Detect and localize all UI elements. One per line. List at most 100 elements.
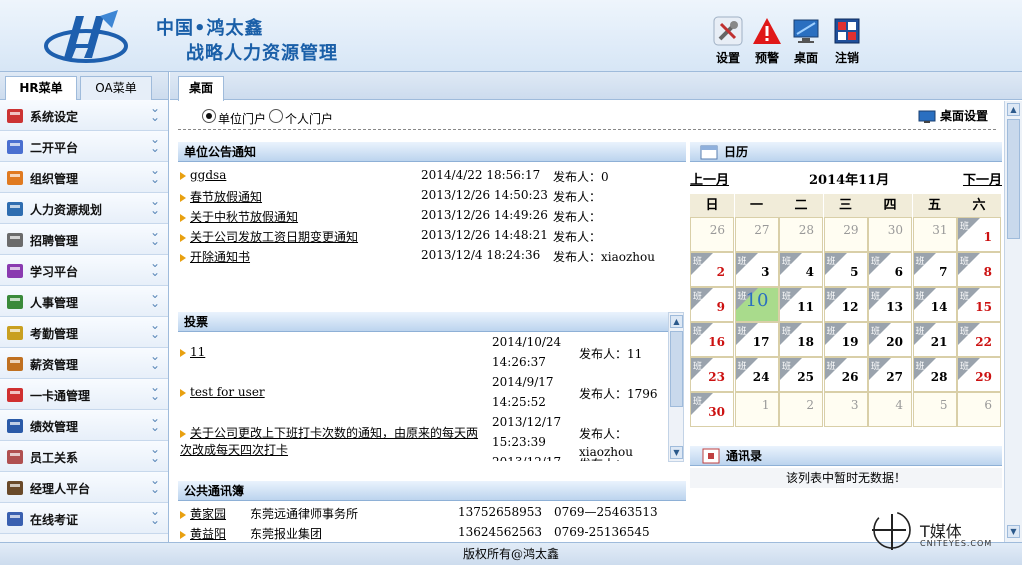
sidebar-item[interactable]: 人事管理 ⌄ ⌄	[0, 286, 168, 317]
calendar-day[interactable]: 班 24	[734, 357, 779, 392]
scroll-down-icon[interactable]: ▼	[670, 446, 683, 459]
sidebar-item[interactable]: 一卡通管理 ⌄ ⌄	[0, 379, 168, 410]
calendar-day[interactable]: 班 17	[734, 322, 779, 357]
tab-hr-menu[interactable]: HR菜单	[5, 76, 77, 101]
scroll-up-icon[interactable]: ▲	[670, 315, 683, 328]
calendar-day[interactable]: 28	[779, 217, 823, 252]
calendar-day[interactable]: 班5	[823, 252, 868, 287]
calendar-day[interactable]: 班 28	[912, 357, 957, 392]
calendar-day[interactable]: 班9	[690, 287, 734, 322]
main-scrollbar[interactable]: ▲ ▼	[1004, 101, 1022, 542]
calendar-day[interactable]: 班7	[912, 252, 957, 287]
contact-name-link[interactable]: 黄益阳	[190, 527, 226, 541]
chevron-down-icon[interactable]: ⌄ ⌄	[150, 381, 160, 402]
calendar-day[interactable]: 班 16	[690, 322, 734, 357]
chevron-down-icon[interactable]: ⌄ ⌄	[150, 164, 160, 185]
calendar-day[interactable]: 班1	[957, 217, 1001, 252]
calendar-day[interactable]: 26	[690, 217, 734, 252]
vote-title-link[interactable]: 11	[190, 345, 205, 359]
calendar-day[interactable]: 班 15	[957, 287, 1001, 322]
tab-desktop[interactable]: 桌面	[178, 76, 224, 101]
calendar-day[interactable]: 班 10	[734, 287, 779, 322]
calendar-day[interactable]: 1	[734, 392, 779, 427]
calendar-day[interactable]: 班 21	[912, 322, 957, 357]
notice-title-link[interactable]: 关于公司发放工资日期变更通知	[190, 230, 358, 244]
notice-title-link[interactable]: 春节放假通知	[190, 190, 262, 204]
calendar-day[interactable]: 班2	[690, 252, 734, 287]
calendar-day[interactable]: 30	[868, 217, 912, 252]
chevron-down-icon[interactable]: ⌄ ⌄	[150, 133, 160, 154]
sidebar-item[interactable]: 薪资管理 ⌄ ⌄	[0, 348, 168, 379]
chevron-down-icon[interactable]: ⌄ ⌄	[150, 319, 160, 340]
vote-title-link[interactable]: test for user	[190, 385, 265, 399]
sidebar-item[interactable]: 招聘管理 ⌄ ⌄	[0, 224, 168, 255]
calendar-day[interactable]: 班 26	[823, 357, 868, 392]
calendar-day[interactable]: 3	[823, 392, 868, 427]
personal-portal-radio[interactable]	[269, 109, 283, 123]
calendar-day[interactable]: 班 18	[779, 322, 823, 357]
sidebar-item[interactable]: 绩效管理 ⌄ ⌄	[0, 410, 168, 441]
calendar-day[interactable]: 班 20	[868, 322, 912, 357]
calendar-day[interactable]: 班 14	[912, 287, 957, 322]
calendar-day[interactable]: 班8	[957, 252, 1001, 287]
tab-oa-menu[interactable]: OA菜单	[80, 76, 152, 100]
scroll-up-icon[interactable]: ▲	[1007, 103, 1020, 116]
calendar-day[interactable]: 29	[823, 217, 868, 252]
chevron-down-icon[interactable]: ⌄ ⌄	[150, 257, 160, 278]
chevron-down-icon[interactable]: ⌄ ⌄	[150, 505, 160, 526]
calendar-day[interactable]: 班 27	[868, 357, 912, 392]
calendar-day[interactable]: 班6	[868, 252, 912, 287]
chevron-down-icon[interactable]: ⌄ ⌄	[150, 412, 160, 433]
unit-portal-radio[interactable]	[202, 109, 216, 123]
chevron-down-icon[interactable]: ⌄ ⌄	[150, 474, 160, 495]
chevron-down-icon[interactable]: ⌄ ⌄	[150, 443, 160, 464]
calendar-day[interactable]: 班 25	[779, 357, 823, 392]
warning-button[interactable]: 预警	[747, 16, 787, 66]
calendar-day[interactable]: 班 30	[690, 392, 734, 427]
calendar-day[interactable]: 班 22	[957, 322, 1001, 357]
calendar-day[interactable]: 班4	[779, 252, 823, 287]
calendar-day[interactable]: 班 12	[823, 287, 868, 322]
calendar-day[interactable]: 27	[734, 217, 779, 252]
calendar-day[interactable]: 4	[868, 392, 912, 427]
calendar-day[interactable]: 班 11	[779, 287, 823, 322]
calendar-day[interactable]: 2	[779, 392, 823, 427]
settings-button[interactable]: 设置	[708, 16, 748, 66]
desktop-settings-button[interactable]: 桌面设置	[918, 107, 988, 127]
calendar-day[interactable]: 班 19	[823, 322, 868, 357]
sidebar-item[interactable]: 考勤管理 ⌄ ⌄	[0, 317, 168, 348]
chevron-down-icon[interactable]: ⌄ ⌄	[150, 350, 160, 371]
sidebar-item[interactable]: 系统设定 ⌄ ⌄	[0, 100, 168, 131]
sidebar-item[interactable]: 人力资源规划 ⌄ ⌄	[0, 193, 168, 224]
notice-title-link[interactable]: ggdsa	[190, 168, 226, 182]
desktop-button[interactable]: 桌面	[786, 16, 826, 66]
vote-title-link[interactable]: 关于公司更改上下班打卡次数的通知，由原来的每天两次改成每天四次打卡	[180, 426, 478, 457]
sidebar-item[interactable]: 学习平台 ⌄ ⌄	[0, 255, 168, 286]
sidebar-item-label: 员工关系	[30, 451, 79, 465]
votes-scroll-thumb[interactable]	[670, 331, 683, 407]
calendar-day[interactable]: 班3	[734, 252, 779, 287]
next-month-link[interactable]: 下一月	[963, 169, 1002, 188]
notice-title-link[interactable]: 开除通知书	[190, 250, 250, 264]
main-scroll-thumb[interactable]	[1007, 119, 1020, 239]
sidebar-item[interactable]: 组织管理 ⌄ ⌄	[0, 162, 168, 193]
chevron-down-icon[interactable]: ⌄ ⌄	[150, 195, 160, 216]
sidebar-item[interactable]: 二开平台 ⌄ ⌄	[0, 131, 168, 162]
chevron-down-icon[interactable]: ⌄ ⌄	[150, 288, 160, 309]
prev-month-link[interactable]: 上一月	[690, 169, 729, 188]
votes-scrollbar[interactable]: ▲ ▼	[668, 312, 684, 462]
contact-name-link[interactable]: 黄家园	[190, 507, 226, 521]
sidebar-item[interactable]: 在线考证 ⌄ ⌄	[0, 503, 168, 534]
calendar-day[interactable]: 5	[912, 392, 957, 427]
chevron-down-icon[interactable]: ⌄ ⌄	[150, 102, 160, 123]
sidebar-item[interactable]: 员工关系 ⌄ ⌄	[0, 441, 168, 472]
notice-title-link[interactable]: 关于中秋节放假通知	[190, 210, 298, 224]
calendar-day[interactable]: 班 29	[957, 357, 1001, 392]
logout-button[interactable]: 注销	[827, 16, 867, 66]
sidebar-item[interactable]: 经理人平台 ⌄ ⌄	[0, 472, 168, 503]
calendar-day[interactable]: 班 23	[690, 357, 734, 392]
calendar-day[interactable]: 班 13	[868, 287, 912, 322]
chevron-down-icon[interactable]: ⌄ ⌄	[150, 226, 160, 247]
calendar-day[interactable]: 31	[912, 217, 957, 252]
calendar-day[interactable]: 6	[957, 392, 1001, 427]
